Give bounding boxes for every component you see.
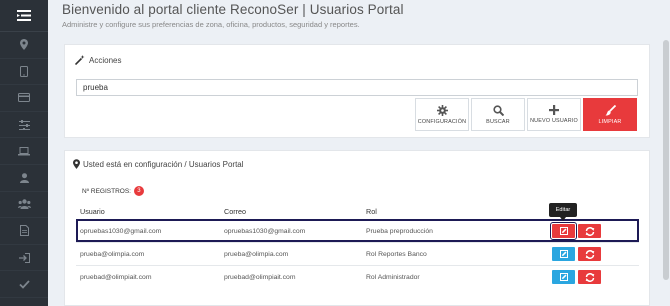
page-subtitle: Administre y configure sus preferencias … xyxy=(62,20,360,29)
table-row[interactable]: prueba@olimpia.com prueba@olimpia.com Ro… xyxy=(76,242,639,265)
row-actions xyxy=(549,247,639,261)
row-actions xyxy=(549,270,639,284)
sidebar-item-access[interactable] xyxy=(0,245,48,272)
refresh-icon xyxy=(585,249,594,259)
new-user-button-label: NUEVO USUARIO xyxy=(530,118,578,124)
user-icon xyxy=(19,172,29,183)
sign-in-icon xyxy=(18,252,30,263)
record-count-badge: 3 xyxy=(133,186,144,196)
sidebar xyxy=(0,0,48,306)
page-scrollbar[interactable] xyxy=(662,0,670,306)
cell-usuario: opruebas1030@gmail.com xyxy=(80,227,162,235)
sidebar-item-user[interactable] xyxy=(0,165,48,192)
search-button-label: BUSCAR xyxy=(486,118,510,125)
cell-correo: opruebas1030@gmail.com xyxy=(224,227,306,235)
sidebar-item-products[interactable] xyxy=(0,85,48,112)
refresh-button[interactable] xyxy=(578,270,601,284)
cell-correo: prueba@olimpia.com xyxy=(224,250,289,258)
sidebar-item-offices[interactable] xyxy=(0,138,48,165)
cell-usuario: pruebad@olimpiait.com xyxy=(80,273,152,281)
column-header-correo[interactable]: Correo xyxy=(220,207,362,216)
laptop-icon xyxy=(18,146,30,156)
search-button[interactable]: BUSCAR xyxy=(471,98,525,131)
check-icon xyxy=(18,280,30,289)
plus-icon xyxy=(549,105,559,115)
tablet-icon xyxy=(20,65,28,77)
cell-correo: pruebad@olimpiait.com xyxy=(224,273,296,281)
credit-card-icon xyxy=(18,93,30,103)
pencil-icon xyxy=(559,227,568,235)
menu-toggle-button[interactable] xyxy=(0,0,48,32)
sidebar-item-check[interactable] xyxy=(0,271,48,298)
brush-icon xyxy=(605,104,616,115)
sidebar-item-reports[interactable] xyxy=(0,218,48,245)
file-icon xyxy=(19,225,29,237)
sidebar-item-settings[interactable] xyxy=(0,112,48,139)
sidebar-item-devices[interactable] xyxy=(0,59,48,86)
new-user-button[interactable]: NUEVO USUARIO xyxy=(527,98,581,131)
refresh-icon xyxy=(585,272,594,282)
clear-button-label: LIMPIAR xyxy=(598,118,622,125)
row-actions xyxy=(549,222,639,240)
menu-icon xyxy=(17,10,31,21)
cell-rol: Rol Administrador xyxy=(366,273,420,281)
record-count: Nº REGISTROS: 3 xyxy=(82,186,144,196)
configuration-button-label: CONFIGURACIÓN xyxy=(417,118,467,125)
edit-button[interactable] xyxy=(552,270,575,284)
refresh-icon xyxy=(585,226,594,236)
magic-wand-icon xyxy=(75,55,85,65)
table-row[interactable]: opruebas1030@gmail.com opruebas1030@gmai… xyxy=(76,219,639,242)
cell-usuario: prueba@olimpia.com xyxy=(80,250,145,258)
page-header: Bienvenido al portal cliente ReconoSer |… xyxy=(48,0,670,36)
users-icon xyxy=(17,199,31,210)
breadcrumb-text: Usted está en configuración / Usuarios P… xyxy=(83,159,244,169)
edit-button[interactable] xyxy=(552,247,575,261)
clear-button[interactable]: LIMPIAR xyxy=(583,98,637,131)
search-icon xyxy=(492,104,504,116)
gear-icon xyxy=(436,104,448,116)
record-count-label: Nº REGISTROS: xyxy=(82,187,131,195)
sidebar-item-zones[interactable] xyxy=(0,32,48,59)
users-panel: Usted está en configuración / Usuarios P… xyxy=(64,150,650,306)
sliders-icon xyxy=(18,119,30,130)
column-header-rol[interactable]: Rol xyxy=(362,207,549,216)
actions-toolbar: CONFIGURACIÓN BUSCAR NUEVO USUARIO LIMPI… xyxy=(415,98,637,131)
breadcrumb: Usted está en configuración / Usuarios P… xyxy=(73,159,244,169)
column-header-usuario[interactable]: Usuario xyxy=(76,207,220,216)
actions-heading: Acciones xyxy=(75,55,121,65)
edit-button[interactable] xyxy=(550,222,577,240)
page-title: Bienvenido al portal cliente ReconoSer |… xyxy=(62,2,404,17)
actions-panel: Acciones CONFIGURACIÓN BUSCAR NUEVO USUA… xyxy=(64,44,650,138)
configuration-button[interactable]: CONFIGURACIÓN xyxy=(415,98,469,131)
cell-rol: Prueba preproducción xyxy=(366,227,433,235)
scrollbar-thumb[interactable] xyxy=(663,40,669,280)
pencil-icon xyxy=(559,250,568,258)
map-marker-icon xyxy=(73,159,80,169)
cell-rol: Rol Reportes Banco xyxy=(366,250,427,258)
actions-title: Acciones xyxy=(89,55,122,65)
map-marker-icon xyxy=(20,39,28,51)
search-input[interactable] xyxy=(76,79,638,96)
table-row[interactable]: pruebad@olimpiait.com pruebad@olimpiait.… xyxy=(76,265,639,288)
pencil-icon xyxy=(559,273,568,281)
edit-tooltip: Editar xyxy=(549,203,577,221)
refresh-button[interactable] xyxy=(578,247,601,261)
refresh-button[interactable] xyxy=(578,224,601,238)
sidebar-item-users[interactable] xyxy=(0,192,48,219)
